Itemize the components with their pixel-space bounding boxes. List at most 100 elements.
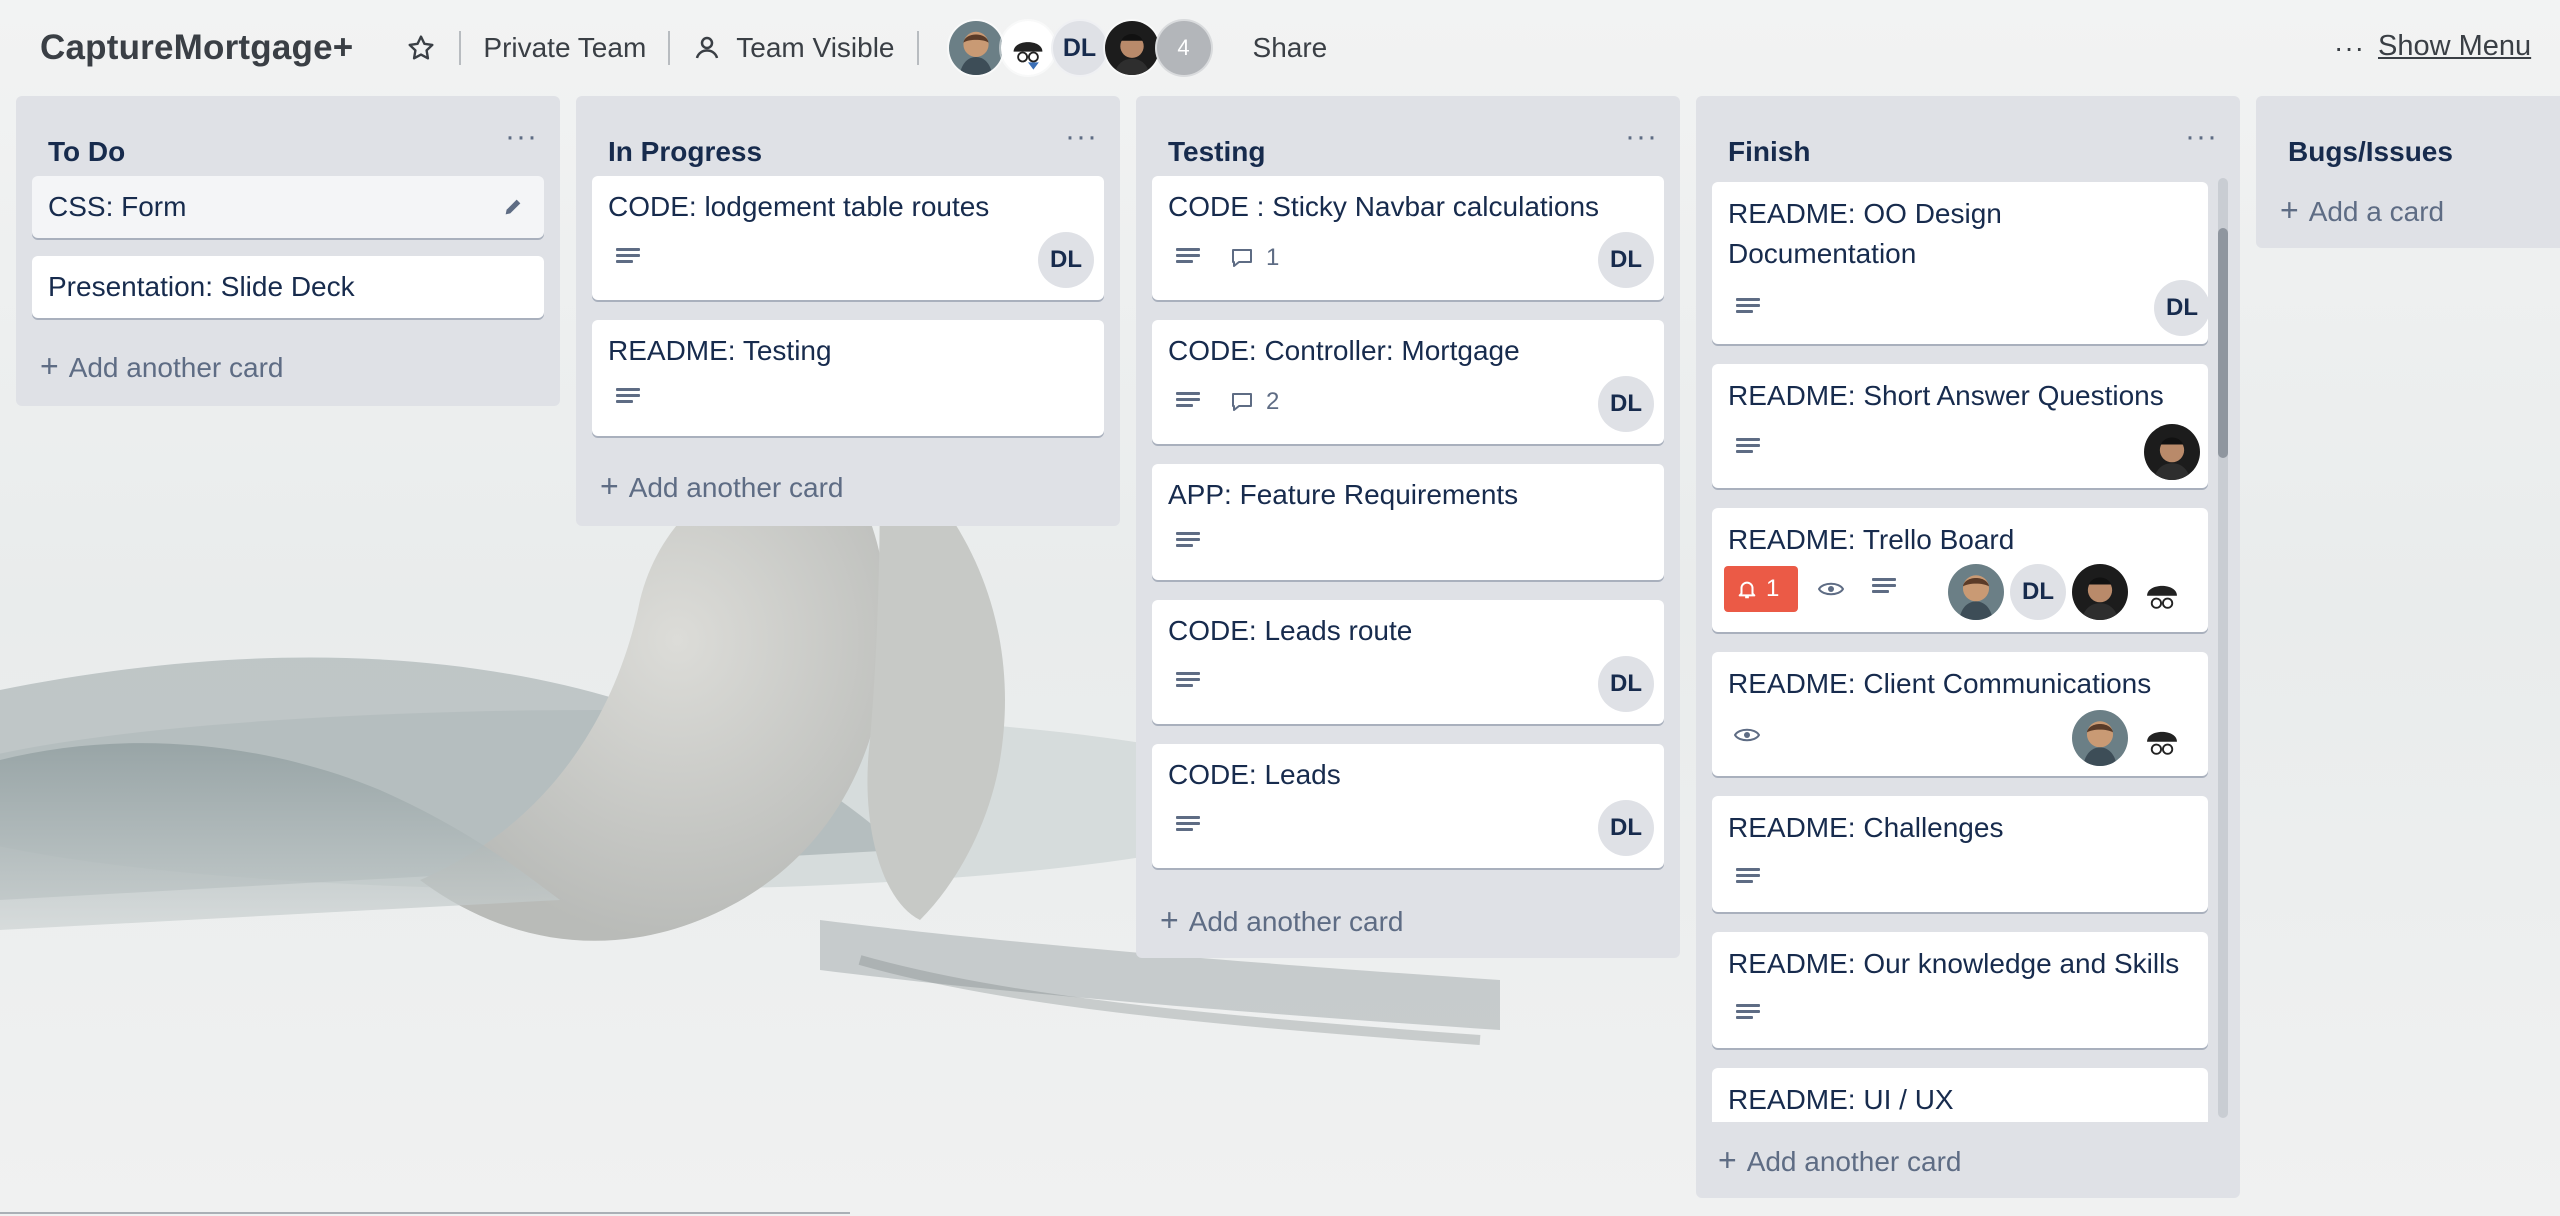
card[interactable]: Presentation: Slide Deck bbox=[32, 256, 544, 318]
description-icon bbox=[616, 388, 640, 410]
list-title[interactable]: Finish bbox=[1728, 136, 1810, 168]
card[interactable]: CODE : Sticky Navbar calculations 1 DL bbox=[1152, 176, 1664, 300]
card-title: README: Our knowledge and Skills bbox=[1728, 948, 2180, 979]
member-avatar-initials[interactable]: DL bbox=[1050, 19, 1109, 77]
card-member-avatar-photo[interactable] bbox=[1948, 564, 2004, 620]
board-title[interactable]: CaptureMortgage+ bbox=[40, 28, 353, 68]
list-menu-icon[interactable]: ··· bbox=[505, 120, 538, 154]
card-member-avatar-photo[interactable] bbox=[2072, 564, 2128, 620]
card[interactable]: README: Challenges bbox=[1712, 796, 2208, 912]
card-member-avatar[interactable]: DL bbox=[1598, 232, 1654, 288]
card[interactable]: README: Testing bbox=[592, 320, 1104, 436]
description-icon bbox=[1176, 392, 1200, 414]
card-member-avatar[interactable]: DL bbox=[1598, 800, 1654, 856]
team-visible-icon bbox=[696, 36, 719, 59]
show-menu-button[interactable]: Show Menu bbox=[2378, 30, 2531, 63]
card[interactable]: README: UI / UX bbox=[1712, 1068, 2208, 1122]
description-icon bbox=[616, 248, 640, 270]
header-divider bbox=[668, 31, 671, 65]
card-member-avatar[interactable]: DL bbox=[1598, 376, 1654, 432]
card-title: CODE : Sticky Navbar calculations bbox=[1168, 191, 1600, 222]
list-scrollbar-thumb[interactable] bbox=[2218, 228, 2228, 458]
card-member-avatar-cartoon[interactable] bbox=[2134, 710, 2190, 766]
card[interactable]: CSS: Form bbox=[32, 176, 544, 238]
card-title: README: UI / UX bbox=[1728, 1084, 1954, 1115]
card-title: APP: Feature Requirements bbox=[1168, 479, 1519, 510]
comment-icon bbox=[1232, 393, 1252, 411]
list-finish: Finish ··· README: OO Design Documentati… bbox=[1696, 96, 2240, 1198]
card-member-avatar[interactable]: DL bbox=[2010, 564, 2066, 620]
plus-icon: + bbox=[1160, 902, 1179, 938]
watching-eye-icon bbox=[1734, 728, 1760, 742]
add-card-label: Add another card bbox=[628, 472, 844, 503]
list-testing: Testing ··· CODE : Sticky Navbar calcula… bbox=[1136, 96, 1680, 958]
card-member-avatar[interactable]: DL bbox=[1598, 656, 1654, 712]
list-title[interactable]: To Do bbox=[48, 136, 125, 168]
card-title: CODE: Leads route bbox=[1168, 615, 1413, 646]
member-avatar-photo[interactable] bbox=[1102, 19, 1161, 77]
add-card-button[interactable]: + Add another card bbox=[1718, 1142, 1962, 1179]
add-card-button[interactable]: + Add a card bbox=[2280, 192, 2444, 229]
add-card-button[interactable]: + Add another card bbox=[600, 468, 844, 505]
list-title[interactable]: In Progress bbox=[608, 136, 762, 168]
card[interactable]: CODE: Leads DL bbox=[1152, 744, 1664, 868]
card-member-avatar[interactable]: DL bbox=[1038, 232, 1094, 288]
plus-icon: + bbox=[600, 468, 619, 504]
card-title: CODE: Leads bbox=[1168, 759, 1341, 790]
description-icon bbox=[1736, 438, 1760, 460]
description-icon bbox=[1736, 868, 1760, 890]
card[interactable]: CODE: Leads route DL bbox=[1152, 600, 1664, 724]
card-title: Presentation: Slide Deck bbox=[48, 271, 355, 302]
card[interactable]: README: Trello Board 1 DL bbox=[1712, 508, 2208, 632]
card-title: README: Testing bbox=[608, 335, 832, 366]
add-card-button[interactable]: + Add another card bbox=[1160, 902, 1404, 939]
card-title: README: OO Design Documentation bbox=[1728, 194, 2002, 274]
card-member-avatar-cartoon[interactable] bbox=[2134, 564, 2190, 620]
board-header: CaptureMortgage+ Private Team Team Visib… bbox=[0, 0, 2560, 96]
more-members-count[interactable]: 4 bbox=[1154, 19, 1213, 77]
member-avatar-photo[interactable] bbox=[946, 19, 1005, 77]
card-title: CODE: Controller: Mortgage bbox=[1168, 335, 1520, 366]
list-menu-icon[interactable]: ··· bbox=[1625, 120, 1658, 154]
menu-dots-icon[interactable]: ··· bbox=[2334, 32, 2365, 64]
list-to-do: To Do ··· CSS: Form Presentation: Slide … bbox=[16, 96, 560, 406]
comment-icon bbox=[1232, 249, 1252, 267]
plus-icon: + bbox=[40, 348, 59, 384]
add-card-button[interactable]: + Add another card bbox=[40, 348, 284, 385]
card-member-avatar-photo[interactable] bbox=[2072, 710, 2128, 766]
card[interactable]: README: OO Design Documentation DL bbox=[1712, 182, 2210, 344]
bell-icon bbox=[1738, 581, 1756, 599]
finish-card-scroll-area[interactable]: README: OO Design Documentation DL READM… bbox=[1696, 176, 2240, 1122]
card-title-line: README: OO Design bbox=[1728, 198, 2002, 229]
card[interactable]: APP: Feature Requirements bbox=[1152, 464, 1664, 580]
team-button[interactable]: Private Team bbox=[483, 32, 646, 64]
card[interactable]: CODE: lodgement table routes DL bbox=[592, 176, 1104, 300]
header-divider bbox=[916, 31, 919, 65]
card-member-avatar-photo[interactable] bbox=[2144, 424, 2200, 480]
list-menu-icon[interactable]: ··· bbox=[1065, 120, 1098, 154]
card[interactable]: README: Short Answer Questions bbox=[1712, 364, 2208, 488]
visibility-button[interactable]: Team Visible bbox=[736, 32, 894, 64]
horizontal-scrollbar[interactable] bbox=[0, 1212, 850, 1214]
card-title: README: Trello Board bbox=[1728, 524, 2015, 555]
share-button[interactable]: Share bbox=[1253, 32, 1328, 64]
add-card-label: Add another card bbox=[1188, 906, 1404, 937]
star-icon[interactable] bbox=[405, 32, 437, 64]
notification-count: 1 bbox=[1766, 575, 1780, 602]
card-title-line: Documentation bbox=[1728, 238, 1917, 269]
card[interactable]: CODE: Controller: Mortgage 2 DL bbox=[1152, 320, 1664, 444]
description-icon bbox=[1736, 1004, 1760, 1026]
card[interactable]: README: Client Communications bbox=[1712, 652, 2208, 776]
edit-pencil-icon[interactable] bbox=[502, 196, 524, 218]
add-card-label: Add a card bbox=[2308, 196, 2445, 227]
add-card-label: Add another card bbox=[68, 352, 284, 383]
notification-badge: 1 bbox=[1724, 566, 1798, 612]
card-member-avatar[interactable]: DL bbox=[2154, 280, 2210, 336]
list-title[interactable]: Testing bbox=[1168, 136, 1265, 168]
list-menu-icon[interactable]: ··· bbox=[2185, 120, 2218, 154]
member-avatar-cartoon[interactable] bbox=[998, 19, 1057, 77]
list-title[interactable]: Bugs/Issues bbox=[2288, 136, 2453, 168]
card[interactable]: README: Our knowledge and Skills bbox=[1712, 932, 2208, 1048]
comment-count: 2 bbox=[1230, 388, 1279, 416]
list-bugs-issues: Bugs/Issues + Add a card bbox=[2256, 96, 2560, 248]
